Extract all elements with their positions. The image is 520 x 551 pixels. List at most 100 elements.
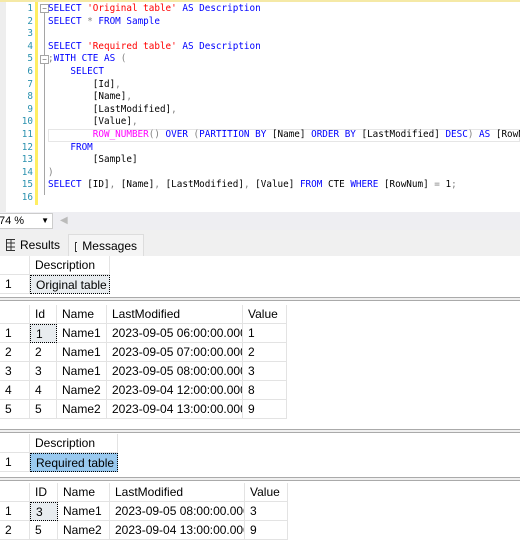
table-cell[interactable]: Original table bbox=[30, 275, 110, 294]
query-editor[interactable]: − − 1 SELECT 'Original table' AS Descript… bbox=[0, 0, 520, 212]
line-number: 10 bbox=[21, 116, 33, 128]
row-number[interactable]: 1 bbox=[0, 324, 30, 343]
table-cell[interactable]: 2023-09-04 13:00:00.000 bbox=[110, 521, 245, 540]
scroll-left-icon[interactable]: ◀ bbox=[60, 215, 68, 226]
corner-cell[interactable] bbox=[0, 256, 30, 275]
table-cell[interactable]: 3 bbox=[245, 502, 288, 521]
table-cell[interactable]: Name1 bbox=[57, 324, 107, 343]
results-grid[interactable]: Description 1 Required table bbox=[0, 434, 300, 472]
row-number[interactable]: 4 bbox=[0, 381, 30, 400]
grid-splitter[interactable] bbox=[0, 429, 520, 433]
corner-cell[interactable] bbox=[0, 483, 30, 502]
code-token: [LastModified] bbox=[361, 129, 446, 140]
table-cell[interactable]: Name1 bbox=[57, 343, 107, 362]
grid-splitter[interactable] bbox=[0, 297, 520, 301]
column-header[interactable]: ID bbox=[30, 483, 58, 502]
row-number[interactable]: 1 bbox=[0, 453, 30, 472]
table-cell[interactable]: 1 bbox=[243, 324, 287, 343]
table-cell[interactable]: Name2 bbox=[57, 381, 107, 400]
table-cell[interactable]: 2 bbox=[30, 343, 57, 362]
table-cell[interactable]: 9 bbox=[245, 521, 288, 540]
code-line[interactable]: 6 SELECT bbox=[0, 66, 520, 79]
table-cell[interactable]: 3 bbox=[30, 502, 58, 521]
table-cell[interactable]: 2023-09-05 06:00:00.000 bbox=[107, 324, 243, 343]
column-header[interactable]: Value bbox=[243, 305, 287, 324]
table-cell[interactable]: Required table bbox=[30, 453, 118, 472]
corner-cell[interactable] bbox=[0, 305, 30, 324]
results-grid[interactable]: ID Name LastModified Value 1 3 Name1 2023-09-05… bbox=[0, 483, 300, 540]
code-line[interactable]: 9 [LastModified], bbox=[0, 104, 520, 117]
code-token: , bbox=[115, 78, 121, 90]
table-cell[interactable]: Name1 bbox=[57, 362, 107, 381]
code-line[interactable]: 10 [Value], bbox=[0, 116, 520, 129]
code-line[interactable]: 11 ROW_NUMBER() OVER (PARTITION BY [Name… bbox=[0, 129, 520, 142]
code-line[interactable]: 4 SELECT 'Required table' AS Description bbox=[0, 41, 520, 54]
table-cell[interactable]: 3 bbox=[30, 362, 57, 381]
code-line[interactable]: 16 bbox=[0, 192, 520, 205]
grid-splitter[interactable] bbox=[0, 477, 520, 481]
code-line[interactable]: 2 SELECT * FROM Sample bbox=[0, 16, 520, 29]
code-line[interactable]: 12 FROM bbox=[0, 142, 520, 155]
table-cell[interactable]: 5 bbox=[30, 521, 58, 540]
code-text: SELECT bbox=[48, 66, 104, 79]
row-number[interactable]: 2 bbox=[0, 343, 30, 362]
table-cell[interactable]: 2023-09-05 08:00:00.000 bbox=[107, 362, 243, 381]
row-number[interactable]: 5 bbox=[0, 400, 30, 419]
code-line[interactable]: 8 [Name], bbox=[0, 91, 520, 104]
table-cell[interactable]: 9 bbox=[243, 400, 287, 419]
code-token: SELECT bbox=[48, 66, 104, 77]
table-cell[interactable]: 2023-09-05 08:00:00.000 bbox=[110, 502, 245, 521]
code-text: FROM bbox=[48, 142, 92, 155]
code-line[interactable]: 15 SELECT [ID], [Name], [LastModified], [… bbox=[0, 179, 520, 192]
tab-results-label: Results bbox=[19, 238, 60, 252]
column-header[interactable]: LastModified bbox=[110, 483, 245, 502]
code-line[interactable]: 5 ;WITH CTE AS ( bbox=[0, 53, 520, 66]
table-cell[interactable]: 2023-09-04 13:00:00.000 bbox=[107, 400, 243, 419]
row-number[interactable]: 1 bbox=[0, 502, 30, 521]
corner-cell[interactable] bbox=[0, 434, 30, 453]
code-token: SELECT bbox=[48, 40, 88, 52]
code-token: FROM bbox=[299, 179, 328, 191]
row-number[interactable]: 2 bbox=[0, 521, 30, 540]
code-line[interactable]: 1 SELECT 'Original table' AS Description bbox=[0, 3, 520, 16]
code-line[interactable]: 7 [Id], bbox=[0, 79, 520, 92]
column-header[interactable]: Name bbox=[57, 305, 107, 324]
table-cell[interactable]: 4 bbox=[30, 381, 57, 400]
row-number[interactable]: 3 bbox=[0, 362, 30, 381]
column-header[interactable]: Id bbox=[30, 305, 57, 324]
code-token: [Value] bbox=[48, 116, 132, 128]
results-tabs: Results Messages bbox=[0, 230, 520, 256]
table-cell[interactable]: 1 bbox=[30, 324, 57, 343]
code-token: ; bbox=[451, 179, 457, 191]
table-cell[interactable]: Name1 bbox=[58, 502, 110, 521]
table-cell[interactable]: Name2 bbox=[57, 400, 107, 419]
column-header[interactable]: Description bbox=[30, 434, 118, 453]
code-text: SELECT 'Original table' AS Description bbox=[48, 3, 261, 16]
tab-messages[interactable]: Messages bbox=[68, 234, 144, 256]
column-header[interactable]: Description bbox=[30, 256, 110, 275]
code-line[interactable]: 13 [Sample] bbox=[0, 154, 520, 167]
table-cell[interactable]: 5 bbox=[30, 400, 57, 419]
zoom-select[interactable]: 74 % ▼ bbox=[0, 213, 53, 229]
table-cell[interactable]: Name2 bbox=[58, 521, 110, 540]
column-header[interactable]: Name bbox=[58, 483, 110, 502]
code-line[interactable]: 3 bbox=[0, 28, 520, 41]
line-number: 4 bbox=[27, 40, 33, 52]
code-token: ( bbox=[120, 53, 127, 65]
results-grid[interactable]: Description 1 Original table bbox=[0, 256, 300, 294]
table-cell[interactable]: 3 bbox=[243, 362, 287, 381]
table-cell[interactable]: 2 bbox=[243, 343, 287, 362]
line-number: 12 bbox=[21, 141, 33, 153]
table-cell[interactable]: 2023-09-04 12:00:00.000 bbox=[107, 381, 243, 400]
table-cell[interactable]: 2023-09-05 07:00:00.000 bbox=[107, 343, 243, 362]
tab-results[interactable]: Results bbox=[0, 234, 66, 256]
code-token: [Sample] bbox=[48, 154, 138, 166]
line-number: 11 bbox=[21, 129, 33, 140]
results-grid[interactable]: Id Name LastModified Value 1 1 Name1 2023-09-05… bbox=[0, 305, 300, 419]
messages-icon bbox=[75, 242, 78, 252]
row-number[interactable]: 1 bbox=[0, 275, 30, 294]
table-cell[interactable]: 8 bbox=[243, 381, 287, 400]
column-header[interactable]: Value bbox=[245, 483, 288, 502]
code-line[interactable]: 14) bbox=[0, 167, 520, 180]
column-header[interactable]: LastModified bbox=[107, 305, 243, 324]
